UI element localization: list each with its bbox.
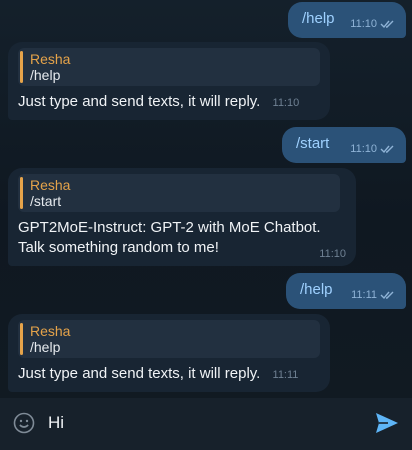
reply-sender: Resha (30, 177, 71, 193)
message-meta: 11:10 (350, 18, 396, 30)
incoming-message[interactable]: Resha /help Just type and send texts, it… (8, 314, 330, 392)
message-time: 11:11 (351, 289, 377, 301)
reply-preview[interactable]: Resha /help (18, 48, 320, 86)
double-check-icon (380, 145, 394, 154)
message-meta: 11:10 (350, 143, 396, 155)
outgoing-message[interactable]: /help 11:11 (286, 273, 406, 309)
message-text: Just type and send texts, it will reply.… (18, 92, 320, 113)
message-text: /help (302, 10, 335, 27)
message-time: 11:11 (272, 369, 299, 381)
reply-sender: Resha (30, 323, 71, 339)
message-body-line-2: Talk something random to me! 11:10 (18, 238, 346, 260)
message-body: Just type and send texts, it will reply. (18, 365, 261, 382)
double-check-icon (380, 20, 394, 29)
message-time: 11:10 (272, 97, 300, 109)
reply-quote: /start (30, 193, 62, 209)
message-time: 11:10 (350, 143, 377, 155)
message-time: 11:10 (319, 248, 346, 260)
reply-quote: /help (30, 339, 61, 355)
reply-preview[interactable]: Resha /start (18, 174, 340, 212)
double-check-icon (380, 291, 394, 300)
message-text: Just type and send texts, it will reply.… (18, 364, 320, 385)
reply-quote: /help (30, 67, 61, 83)
message-body-line-2-text: Talk something random to me! (18, 239, 219, 256)
message-time: 11:10 (350, 18, 377, 30)
incoming-message[interactable]: Resha /start GPT2MoE-Instruct: GPT-2 wit… (8, 168, 356, 266)
message-meta: 11:11 (351, 289, 396, 301)
message-text: /start (296, 135, 330, 152)
outgoing-message[interactable]: /help 11:10 (288, 2, 406, 38)
chat-history: /help 11:10 Resha /help Just type and se… (0, 0, 412, 398)
smiley-icon[interactable] (13, 412, 35, 434)
message-text: /help (300, 281, 333, 298)
outgoing-message[interactable]: /start 11:10 (282, 127, 406, 163)
message-body: Just type and send texts, it will reply. (18, 93, 261, 110)
message-body-line-1: GPT2MoE-Instruct: GPT-2 with MoE Chatbot… (18, 219, 321, 236)
reply-preview[interactable]: Resha /help (18, 320, 320, 358)
message-input[interactable]: Hi (48, 412, 64, 434)
reply-sender: Resha (30, 51, 71, 67)
send-arrow-icon[interactable] (374, 410, 400, 436)
message-composer: Hi (0, 398, 412, 450)
incoming-message[interactable]: Resha /help Just type and send texts, it… (8, 42, 330, 120)
